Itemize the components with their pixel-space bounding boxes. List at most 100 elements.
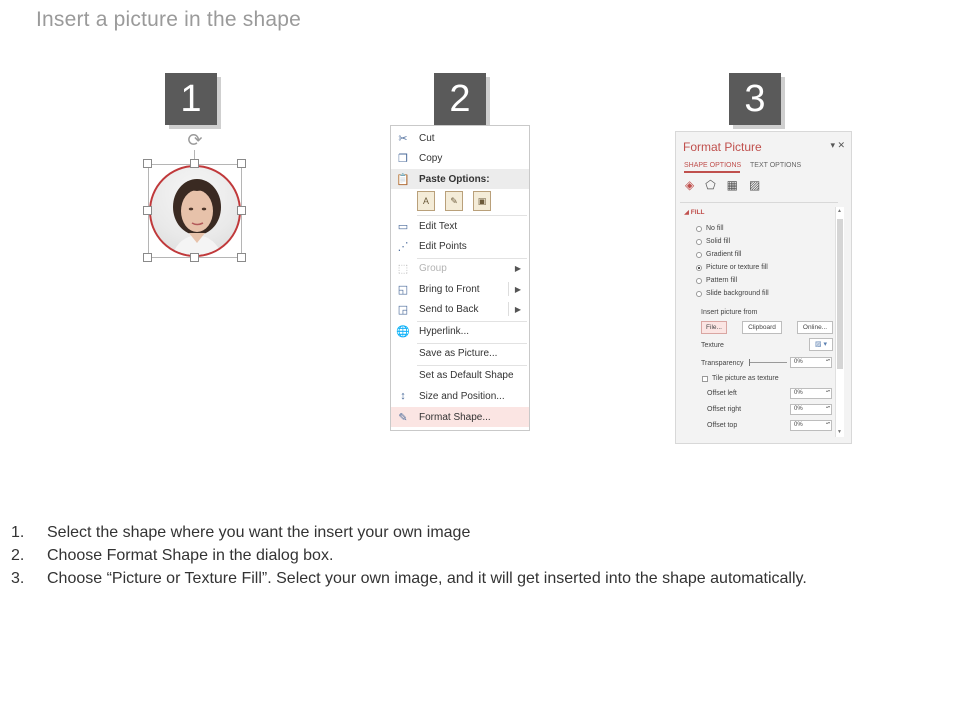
menu-item-edit-text[interactable]: ▭ Edit Text — [391, 216, 529, 236]
pane-close-icon[interactable]: ▾ ✕ — [830, 140, 845, 151]
instruction-item: 1. Select the shape where you want the i… — [11, 521, 951, 544]
context-menu: ✂ Cut ❐ Copy 📋 Paste Options: A ✎ ▣ ▭ Ed… — [390, 125, 530, 431]
offset-right-spinner[interactable]: 0% — [790, 404, 832, 415]
resize-handle-e[interactable] — [237, 206, 246, 215]
menu-item-bring-to-front[interactable]: ◱ Bring to Front ▶ — [391, 279, 529, 299]
tab-text-options[interactable]: TEXT OPTIONS — [750, 162, 801, 169]
scroll-thumb[interactable] — [837, 219, 843, 369]
radio-picture-texture-fill[interactable]: Picture or texture fill — [696, 264, 768, 271]
hyperlink-icon: 🌐 — [396, 325, 410, 338]
resize-handle-n[interactable] — [190, 159, 199, 168]
transparency-slider-thumb[interactable] — [749, 359, 750, 366]
radio-no-fill[interactable]: No fill — [696, 225, 724, 232]
paste-options-row: A ✎ ▣ — [417, 191, 491, 211]
offset-top-label: Offset top — [707, 422, 738, 429]
radio-label: Gradient fill — [706, 251, 742, 258]
instruction-number: 3. — [11, 570, 25, 587]
step-badge-1: 1 — [165, 73, 217, 125]
tile-checkbox[interactable] — [702, 376, 708, 382]
offset-left-label: Offset left — [707, 390, 737, 397]
file-button[interactable]: File... — [701, 321, 727, 334]
scissors-icon: ✂ — [398, 132, 408, 145]
format-shape-icon: ✎ — [398, 411, 408, 424]
offset-top-spinner[interactable]: 0% — [790, 420, 832, 431]
fill-line-icon[interactable]: ◈ — [685, 178, 694, 192]
texture-label: Texture — [701, 342, 724, 349]
radio-pattern-fill[interactable]: Pattern fill — [696, 277, 737, 284]
woman-portrait-icon — [172, 179, 222, 255]
menu-item-cut[interactable]: ✂ Cut — [391, 128, 529, 148]
size-properties-icon[interactable]: ▦ — [727, 178, 738, 192]
split-divider — [508, 282, 509, 296]
resize-handle-ne[interactable] — [237, 159, 246, 168]
online-button[interactable]: Online... — [797, 321, 833, 334]
radio-button — [696, 238, 702, 245]
category-icons: ◈ ⬠ ▦ ▨ — [685, 178, 760, 192]
radio-label: Pattern fill — [706, 277, 738, 284]
menu-label-group: Group — [419, 262, 447, 274]
active-tab-indicator — [684, 171, 740, 173]
menu-item-send-to-back[interactable]: ◲ Send to Back ▶ — [391, 299, 529, 319]
selected-shape[interactable]: ⟳ — [143, 130, 246, 262]
radio-button-selected — [696, 264, 702, 271]
radio-button — [696, 225, 702, 232]
radio-button — [696, 277, 702, 284]
instruction-text: Select the shape where you want the inse… — [47, 524, 471, 541]
resize-handle-s[interactable] — [190, 253, 199, 262]
paste-icon: 📋 — [396, 173, 410, 186]
radio-label: Slide background fill — [706, 290, 769, 297]
pane-title: Format Picture — [683, 140, 762, 154]
radio-gradient-fill[interactable]: Gradient fill — [696, 251, 741, 258]
tab-shape-options[interactable]: SHAPE OPTIONS — [684, 162, 741, 169]
texture-dropdown[interactable]: ▨ ▾ — [809, 338, 833, 351]
radio-label: Picture or texture fill — [706, 264, 768, 271]
pane-scrollbar[interactable]: ▲ ▼ — [835, 207, 844, 437]
rotate-handle-icon[interactable]: ⟳ — [185, 130, 205, 150]
format-picture-pane: Format Picture ▾ ✕ SHAPE OPTIONS TEXT OP… — [675, 131, 852, 444]
radio-button — [696, 251, 702, 258]
submenu-arrow-icon[interactable]: ▶ — [515, 305, 521, 314]
submenu-arrow-icon[interactable]: ▶ — [515, 285, 521, 294]
transparency-slider-track[interactable] — [749, 362, 787, 363]
insert-from-label: Insert picture from — [701, 309, 758, 316]
instruction-number: 1. — [11, 524, 25, 541]
edit-text-icon: ▭ — [397, 220, 409, 233]
menu-item-copy[interactable]: ❐ Copy — [391, 148, 529, 168]
size-position-icon: ↕ — [400, 390, 406, 402]
paste-picture-icon[interactable]: ▣ — [473, 191, 491, 211]
pane-divider — [680, 202, 838, 203]
step-badge-2: 2 — [434, 73, 486, 125]
split-divider — [508, 302, 509, 316]
menu-item-hyperlink[interactable]: 🌐 Hyperlink... — [391, 321, 529, 341]
offset-left-spinner[interactable]: 0% — [790, 388, 832, 399]
instruction-item: 2. Choose Format Shape in the dialog box… — [11, 544, 951, 567]
scroll-up-icon[interactable]: ▲ — [837, 208, 842, 214]
clipboard-button[interactable]: Clipboard — [742, 321, 782, 334]
menu-item-size-and-position[interactable]: ↕ Size and Position... — [391, 386, 529, 406]
menu-item-format-shape[interactable]: ✎ Format Shape... — [391, 407, 529, 427]
instruction-item: 3. Choose “Picture or Texture Fill”. Sel… — [11, 567, 951, 590]
menu-label-bring-to-front: Bring to Front — [419, 283, 480, 295]
transparency-spinner[interactable]: 0% — [790, 357, 832, 368]
paste-keep-text-icon[interactable]: ✎ — [445, 191, 463, 211]
send-to-back-icon: ◲ — [397, 303, 409, 316]
submenu-arrow-icon: ▶ — [514, 263, 521, 273]
fill-section-header[interactable]: ◢ FILL — [684, 208, 705, 216]
resize-handle-nw[interactable] — [143, 159, 152, 168]
radio-label: Solid fill — [706, 238, 731, 245]
paste-keep-source-icon[interactable]: A — [417, 191, 435, 211]
scroll-down-icon[interactable]: ▼ — [837, 429, 842, 435]
resize-handle-se[interactable] — [237, 253, 246, 262]
menu-item-group[interactable]: ⬚ Group ▶ — [391, 258, 529, 278]
menu-item-edit-points[interactable]: ⋰ Edit Points — [391, 236, 529, 256]
resize-handle-sw[interactable] — [143, 253, 152, 262]
menu-item-save-as-picture[interactable]: Save as Picture... — [391, 343, 529, 363]
radio-slide-background-fill[interactable]: Slide background fill — [696, 290, 769, 297]
effects-icon[interactable]: ⬠ — [705, 178, 715, 192]
menu-header-paste-options: 📋 Paste Options: — [391, 169, 529, 189]
menu-item-set-default-shape[interactable]: Set as Default Shape — [391, 365, 529, 385]
picture-icon[interactable]: ▨ — [749, 178, 760, 192]
instruction-list: 1. Select the shape where you want the i… — [11, 521, 951, 590]
radio-solid-fill[interactable]: Solid fill — [696, 238, 730, 245]
resize-handle-w[interactable] — [143, 206, 152, 215]
